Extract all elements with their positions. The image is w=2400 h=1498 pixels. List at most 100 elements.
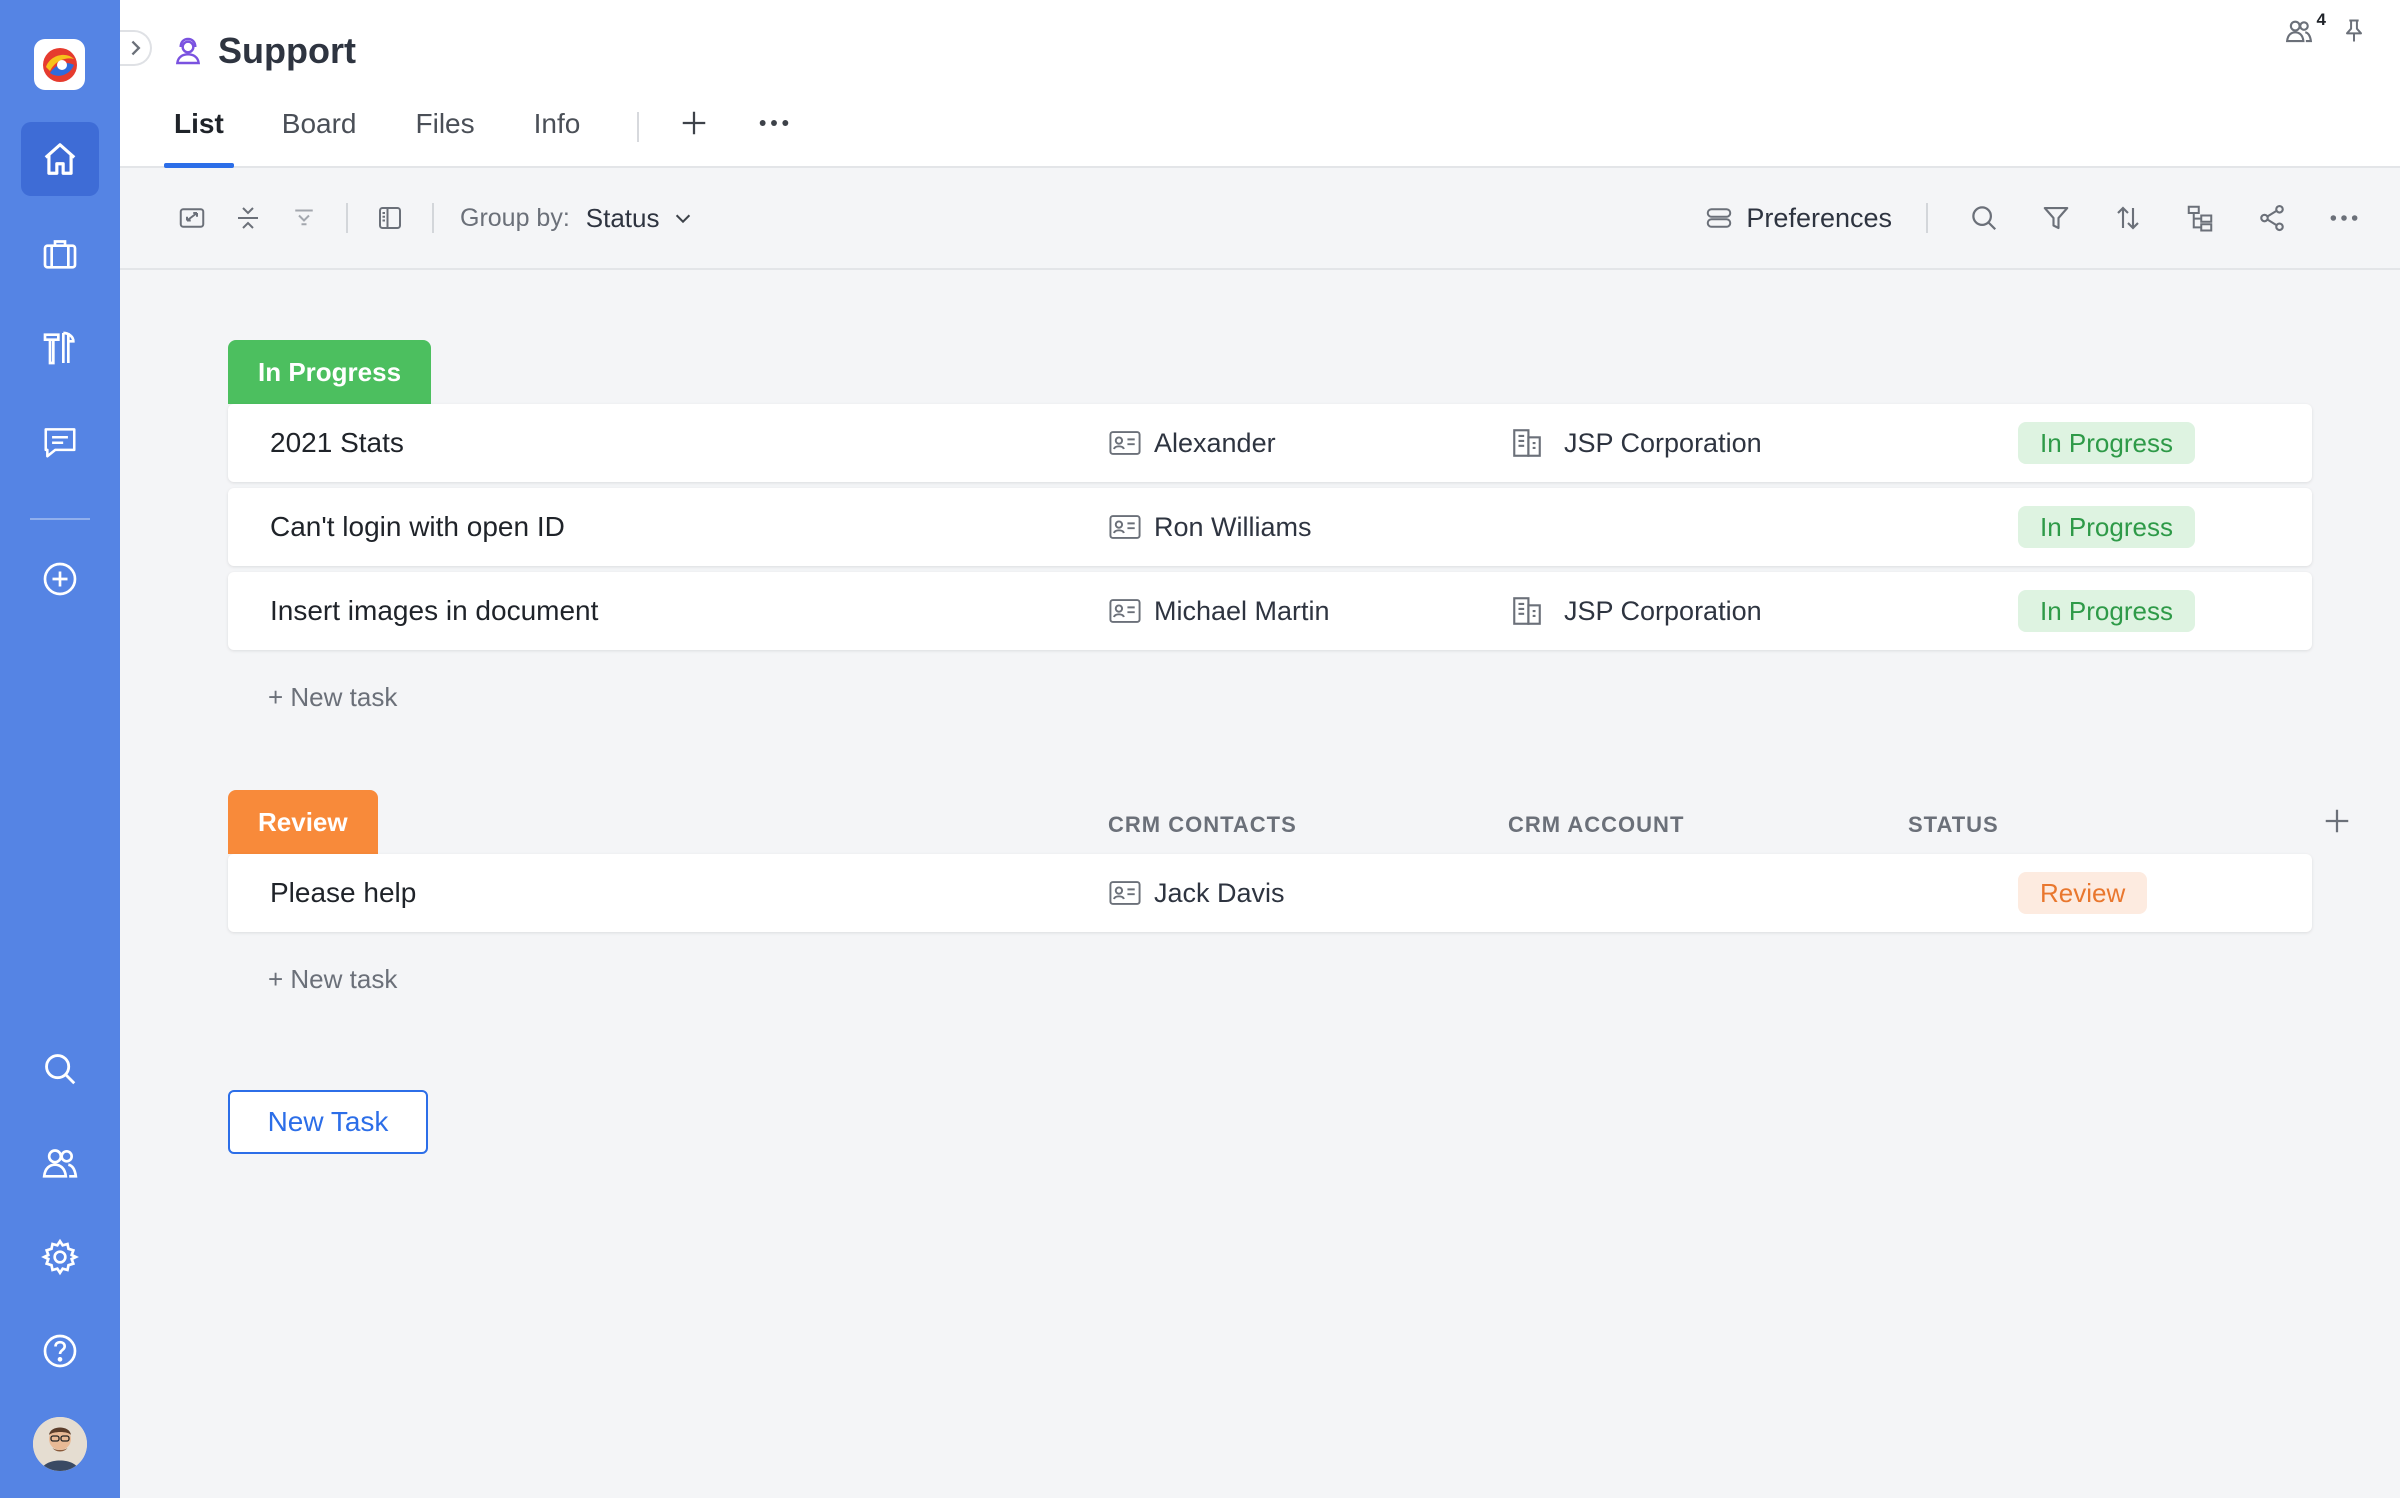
crm-contact-cell[interactable]: Ron Williams <box>1108 488 1312 566</box>
toolbar-divider <box>1926 203 1928 233</box>
new-task-button[interactable]: New Task <box>228 1090 428 1154</box>
participants-button[interactable]: 4 <box>2284 10 2326 46</box>
hierarchy-button[interactable] <box>2184 202 2216 234</box>
app-logo[interactable] <box>34 39 85 90</box>
plus-icon <box>2325 809 2349 833</box>
account-name: JSP Corporation <box>1564 595 1762 626</box>
contact-name: Alexander <box>1154 427 1276 458</box>
tools-icon <box>43 331 75 365</box>
filter-collapse-button[interactable] <box>288 202 320 234</box>
toolbar-divider <box>346 203 348 233</box>
contact-name: Michael Martin <box>1154 595 1330 626</box>
column-header-crm-contacts[interactable]: CRM CONTACTS <box>1108 812 1297 838</box>
group-header-in-progress[interactable]: In Progress <box>228 340 432 404</box>
filter-button[interactable] <box>2040 202 2072 234</box>
toolbar-more-button[interactable] <box>2328 202 2360 234</box>
people-icon <box>42 1149 78 1178</box>
rail-search[interactable] <box>21 1032 99 1106</box>
status-badge[interactable]: In Progress <box>2018 590 2195 632</box>
task-name[interactable]: 2021 Stats <box>270 404 404 482</box>
logo-icon <box>42 47 77 82</box>
tab-files[interactable]: Files <box>416 100 475 168</box>
pin-icon <box>2346 19 2362 42</box>
crm-contact-cell[interactable]: Jack Davis <box>1108 854 1285 932</box>
sort-button[interactable] <box>2112 202 2144 234</box>
rail-help[interactable] <box>21 1314 99 1388</box>
add-tab-button[interactable] <box>679 108 709 138</box>
preferences-button[interactable]: Preferences <box>1704 203 1892 234</box>
expand-icon <box>179 208 205 228</box>
more-icon <box>760 120 789 126</box>
briefcase-icon <box>43 240 77 269</box>
rail-add[interactable] <box>21 542 99 616</box>
contact-name: Jack Davis <box>1154 877 1285 908</box>
hierarchy-icon <box>2187 205 2213 232</box>
tab-board[interactable]: Board <box>282 100 357 168</box>
rail-settings[interactable] <box>21 1220 99 1294</box>
new-task-link-review[interactable]: + New task <box>268 964 397 995</box>
collapse-all-icon <box>238 207 258 229</box>
building-icon <box>1513 597 1541 625</box>
table-row[interactable]: Can't login with open ID Ron Williams In… <box>228 488 2312 566</box>
main-area: Support List Board Files Info 4 Group by… <box>120 0 2400 1498</box>
task-name[interactable]: Insert images in document <box>270 572 598 650</box>
task-name[interactable]: Please help <box>270 854 416 932</box>
search-icon <box>45 1054 76 1085</box>
sidebar-toggle-button[interactable] <box>120 30 152 66</box>
column-header-crm-account[interactable]: CRM ACCOUNT <box>1508 812 1684 838</box>
toolbar-divider <box>432 203 434 233</box>
status-badge[interactable]: In Progress <box>2018 506 2195 548</box>
support-agent-icon <box>175 37 201 65</box>
page-title-group: Support <box>172 28 356 74</box>
chevron-right-icon <box>131 40 141 56</box>
task-name[interactable]: Can't login with open ID <box>270 488 565 566</box>
rail-tools[interactable] <box>21 311 99 385</box>
new-task-link-in-progress[interactable]: + New task <box>268 682 397 713</box>
column-header-status[interactable]: STATUS <box>1908 812 1999 838</box>
table-row[interactable]: Please help Jack Davis Review <box>228 854 2312 932</box>
status-badge[interactable]: In Progress <box>2018 422 2195 464</box>
chat-icon <box>44 428 76 458</box>
tabs-more-button[interactable] <box>757 108 791 138</box>
building-icon <box>1513 429 1541 457</box>
share-button[interactable] <box>2256 202 2288 234</box>
status-badge[interactable]: Review <box>2018 872 2148 914</box>
groupby-select[interactable]: Status <box>586 203 660 234</box>
tab-info[interactable]: Info <box>534 100 581 168</box>
tab-divider <box>637 112 640 142</box>
view-tabs: List Board Files Info <box>164 100 839 168</box>
more-icon <box>2330 215 2358 221</box>
search-button[interactable] <box>1968 202 2000 234</box>
contact-card-icon <box>1109 515 1141 539</box>
table-row[interactable]: 2021 Stats Alexander JSP Corporation In … <box>228 404 2312 482</box>
contact-card-icon <box>1109 431 1141 455</box>
home-icon <box>44 143 76 175</box>
rail-chat[interactable] <box>21 405 99 479</box>
crm-contact-cell[interactable]: Alexander <box>1108 404 1276 482</box>
group-header-review[interactable]: Review <box>228 790 378 854</box>
pin-button[interactable] <box>2340 16 2368 46</box>
table-row[interactable]: Insert images in document Michael Martin… <box>228 572 2312 650</box>
crm-account-cell[interactable]: JSP Corporation <box>1510 404 1762 482</box>
expand-view-button[interactable] <box>176 202 208 234</box>
participants-count: 4 <box>2316 10 2326 29</box>
contact-card-icon <box>1109 599 1141 623</box>
people-icon <box>2285 20 2313 43</box>
page-title: Support <box>218 30 356 71</box>
header-actions: 4 <box>2284 10 2368 46</box>
crm-account-cell[interactable]: JSP Corporation <box>1510 572 1762 650</box>
left-rail <box>0 0 120 1498</box>
collapse-all-button[interactable] <box>232 202 264 234</box>
toggle-panel-button[interactable] <box>374 202 406 234</box>
add-column-button[interactable] <box>2322 806 2352 836</box>
preferences-icon <box>1707 208 1732 228</box>
user-avatar[interactable] <box>33 1417 87 1471</box>
rail-people[interactable] <box>21 1126 99 1200</box>
rail-home[interactable] <box>21 122 99 196</box>
chevron-down-icon[interactable] <box>672 207 694 229</box>
plus-circle-icon <box>43 562 77 596</box>
rail-projects[interactable] <box>21 217 99 291</box>
gear-icon <box>41 1238 79 1276</box>
tab-list[interactable]: List <box>164 100 234 168</box>
crm-contact-cell[interactable]: Michael Martin <box>1108 572 1330 650</box>
